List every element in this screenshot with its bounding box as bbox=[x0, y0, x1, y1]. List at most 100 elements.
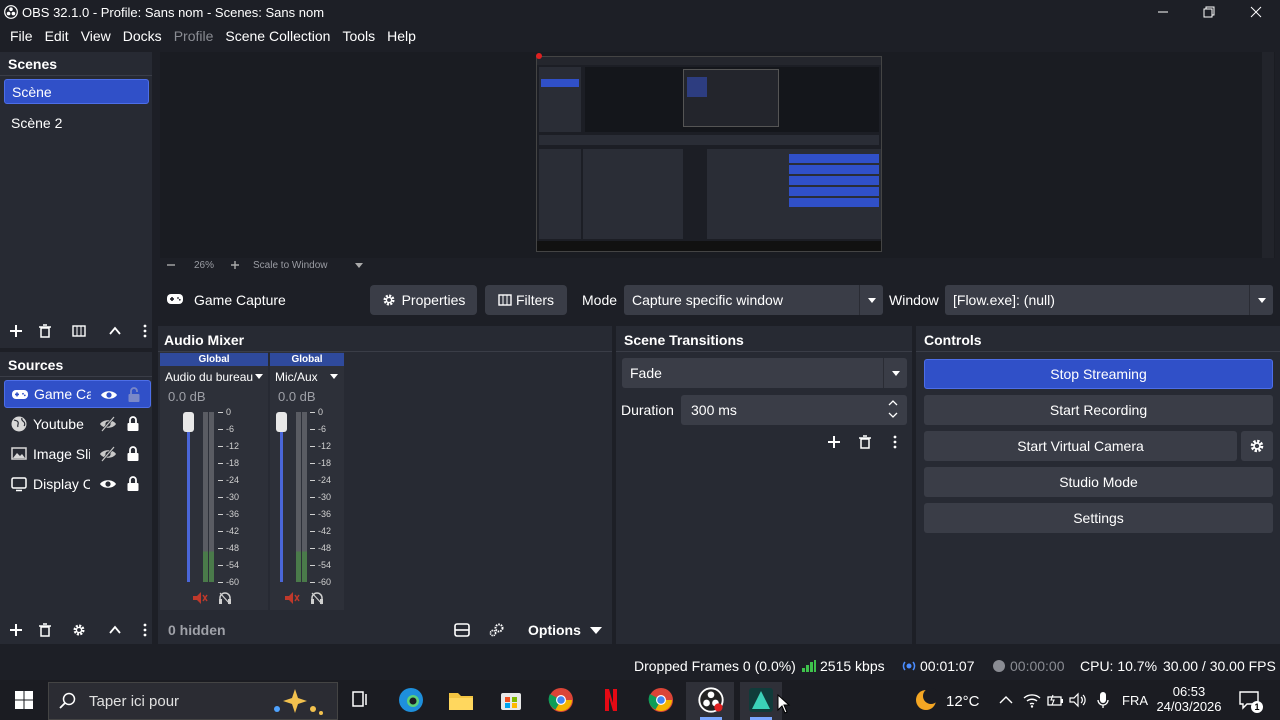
transition-more-button[interactable] bbox=[888, 430, 902, 454]
flow-app-icon[interactable] bbox=[747, 686, 775, 714]
layout-icon[interactable] bbox=[454, 622, 470, 638]
lock-icon[interactable] bbox=[124, 475, 142, 493]
scale-mode[interactable]: Scale to Window bbox=[253, 260, 327, 271]
file-explorer-icon[interactable] bbox=[447, 686, 475, 714]
headphones-icon[interactable] bbox=[218, 591, 232, 605]
start-recording-button[interactable]: Start Recording bbox=[924, 395, 1273, 425]
menu-scene-collection[interactable]: Scene Collection bbox=[219, 28, 336, 44]
virtual-camera-settings-button[interactable] bbox=[1241, 431, 1273, 461]
controls-title: Controls bbox=[924, 332, 982, 348]
store-icon[interactable] bbox=[497, 686, 525, 714]
minimize-button[interactable] bbox=[1140, 0, 1186, 24]
volume-fader-handle[interactable] bbox=[183, 412, 194, 432]
chevron-up-icon[interactable] bbox=[998, 694, 1014, 706]
channel-name[interactable]: Mic/Aux bbox=[275, 370, 318, 384]
headphones-icon[interactable] bbox=[310, 591, 324, 605]
source-properties-button[interactable] bbox=[67, 618, 91, 642]
wifi-icon[interactable] bbox=[1023, 692, 1041, 708]
move-source-up-button[interactable] bbox=[103, 618, 127, 642]
menu-docks[interactable]: Docks bbox=[117, 28, 168, 44]
window-select[interactable]: [Flow.exe]: (null) bbox=[945, 285, 1273, 315]
remove-transition-button[interactable] bbox=[853, 430, 877, 454]
close-button[interactable] bbox=[1233, 0, 1279, 24]
meter-tick bbox=[310, 463, 315, 464]
chevron-up-icon[interactable] bbox=[885, 397, 901, 409]
filters-button[interactable]: Filters bbox=[485, 285, 567, 315]
meter-scale-label: -60 bbox=[226, 577, 240, 587]
remove-source-button[interactable] bbox=[33, 618, 57, 642]
eye-icon[interactable] bbox=[99, 475, 117, 493]
scene-filters-button[interactable] bbox=[67, 319, 91, 343]
add-transition-button[interactable] bbox=[822, 430, 846, 454]
source-item[interactable]: Game Capture bbox=[4, 380, 151, 408]
chrome-icon[interactable] bbox=[547, 686, 575, 714]
eye-hidden-icon[interactable] bbox=[99, 445, 117, 463]
add-scene-button[interactable] bbox=[4, 319, 28, 343]
hidden-count[interactable]: 0 hidden bbox=[168, 622, 226, 638]
zoom-out-button[interactable] bbox=[166, 258, 176, 272]
preview-scrollbar[interactable] bbox=[1262, 52, 1274, 258]
add-source-button[interactable] bbox=[4, 618, 28, 642]
menu-help[interactable]: Help bbox=[381, 28, 422, 44]
scale-mode-dropdown[interactable] bbox=[354, 258, 364, 272]
mute-icon[interactable] bbox=[284, 591, 300, 605]
chevron-down-icon[interactable] bbox=[329, 372, 339, 380]
menu-profile[interactable]: Profile bbox=[168, 28, 220, 44]
scene-item[interactable]: Scène bbox=[4, 79, 149, 104]
sources-more-button[interactable] bbox=[138, 618, 152, 642]
unlock-icon[interactable] bbox=[125, 386, 143, 404]
menu-file[interactable]: File bbox=[4, 28, 39, 44]
chevron-down-icon[interactable] bbox=[254, 372, 264, 380]
microphone-icon[interactable] bbox=[1096, 691, 1110, 709]
lock-icon[interactable] bbox=[124, 445, 142, 463]
start-virtual-camera-button[interactable]: Start Virtual Camera bbox=[924, 431, 1237, 461]
mode-select[interactable]: Capture specific window bbox=[624, 285, 883, 315]
weather-temp[interactable]: 12°C bbox=[946, 693, 980, 710]
mixer-options-button[interactable]: Options bbox=[528, 622, 603, 638]
source-item[interactable]: Display Capture bbox=[4, 470, 151, 498]
move-scene-up-button[interactable] bbox=[103, 319, 127, 343]
scenes-more-button[interactable] bbox=[138, 319, 152, 343]
netflix-icon[interactable] bbox=[597, 686, 625, 714]
advanced-audio-icon[interactable] bbox=[488, 622, 506, 638]
properties-button[interactable]: Properties bbox=[370, 285, 477, 315]
transition-select[interactable]: Fade bbox=[622, 358, 907, 388]
edge-icon[interactable] bbox=[397, 686, 425, 714]
language-indicator[interactable]: FRA bbox=[1122, 693, 1148, 708]
mute-icon[interactable] bbox=[192, 591, 208, 605]
battery-icon[interactable] bbox=[1046, 692, 1064, 708]
meter-scale-label: -42 bbox=[226, 526, 240, 536]
clock[interactable]: 06:53 24/03/2026 bbox=[1156, 684, 1222, 714]
eye-hidden-icon[interactable] bbox=[99, 415, 117, 433]
volume-fader[interactable] bbox=[280, 412, 283, 582]
zoom-in-button[interactable] bbox=[230, 258, 240, 272]
menu-edit[interactable]: Edit bbox=[39, 28, 75, 44]
volume-fader[interactable] bbox=[187, 412, 190, 582]
chevron-down-icon[interactable] bbox=[885, 409, 901, 421]
chevron-up-icon bbox=[109, 625, 121, 634]
duration-spinbox[interactable]: 300 ms bbox=[681, 395, 907, 425]
studio-mode-button[interactable]: Studio Mode bbox=[924, 467, 1273, 497]
spin-buttons[interactable] bbox=[885, 397, 903, 423]
lock-icon[interactable] bbox=[124, 415, 142, 433]
volume-icon[interactable] bbox=[1069, 692, 1087, 708]
remove-scene-button[interactable] bbox=[33, 319, 57, 343]
taskbar-search[interactable]: Taper ici pour bbox=[48, 682, 338, 720]
menu-tools[interactable]: Tools bbox=[336, 28, 381, 44]
filter-icon bbox=[72, 325, 86, 337]
scene-item[interactable]: Scène 2 bbox=[4, 110, 149, 135]
stop-streaming-button[interactable]: Stop Streaming bbox=[924, 359, 1273, 389]
source-item[interactable]: Youtube bbox=[4, 410, 151, 438]
settings-button[interactable]: Settings bbox=[924, 503, 1273, 533]
task-view-icon[interactable] bbox=[346, 686, 374, 714]
channel-name[interactable]: Audio du bureau bbox=[165, 370, 253, 384]
volume-fader-handle[interactable] bbox=[276, 412, 287, 432]
start-button[interactable] bbox=[10, 686, 38, 714]
weather-moon-icon[interactable] bbox=[914, 688, 938, 712]
menu-view[interactable]: View bbox=[75, 28, 117, 44]
obs-taskbar-icon[interactable] bbox=[697, 686, 725, 714]
chrome-profile-icon[interactable] bbox=[647, 686, 675, 714]
eye-icon[interactable] bbox=[100, 386, 118, 404]
restore-button[interactable] bbox=[1186, 0, 1232, 24]
source-item[interactable]: Image Slideshow bbox=[4, 440, 151, 468]
